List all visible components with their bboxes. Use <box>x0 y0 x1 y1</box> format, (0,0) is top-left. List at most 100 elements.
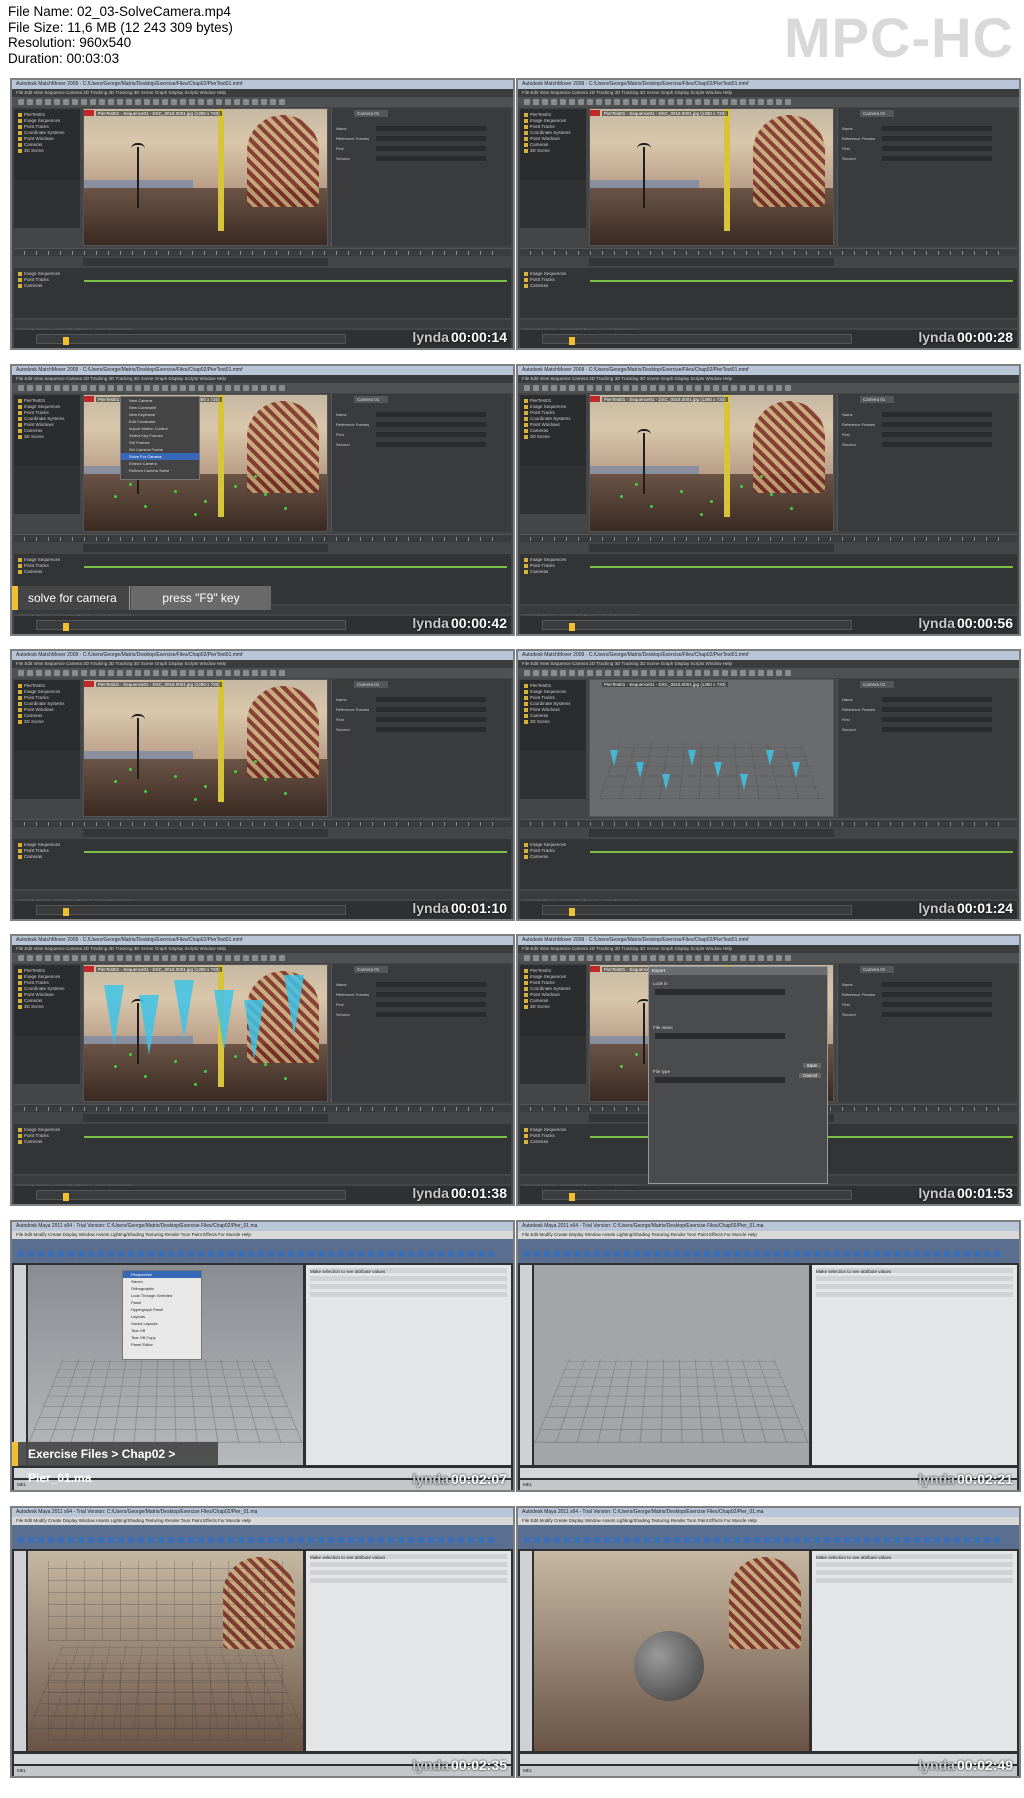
shelf-icon[interactable] <box>38 1251 44 1257</box>
shelf-icon[interactable] <box>994 1251 1000 1257</box>
tool-icon[interactable] <box>99 955 105 961</box>
tool-icon[interactable] <box>234 955 240 961</box>
image-viewport[interactable]: PierTest01 - Sequence01 - DSC_0018.0001.… <box>83 679 328 817</box>
shelf-icon[interactable] <box>458 1251 464 1257</box>
tool-icon[interactable] <box>45 955 51 961</box>
camera-menu-item[interactable]: Select Key Frames <box>121 432 199 439</box>
attr-field[interactable] <box>376 146 486 151</box>
camera-menu-item[interactable]: Set Frames <box>121 439 199 446</box>
tool-icon[interactable] <box>153 670 159 676</box>
tool-icon[interactable] <box>560 385 566 391</box>
shelf-icon[interactable] <box>984 1251 990 1257</box>
playback-controls[interactable] <box>589 258 834 266</box>
shelf-icon[interactable] <box>338 1537 344 1543</box>
shelf-icon[interactable] <box>774 1537 780 1543</box>
tool-icon[interactable] <box>740 670 746 676</box>
tool-icon[interactable] <box>198 955 204 961</box>
camera-menu-item[interactable]: New Camera <box>121 397 199 404</box>
shelf-icon[interactable] <box>368 1251 374 1257</box>
tool-icon[interactable] <box>153 99 159 105</box>
shelf-icon[interactable] <box>78 1537 84 1543</box>
tool-icon[interactable] <box>587 955 593 961</box>
tool-icon[interactable] <box>614 385 620 391</box>
track-point[interactable] <box>620 495 623 498</box>
shelf-icon[interactable] <box>914 1537 920 1543</box>
tool-icon[interactable] <box>731 670 737 676</box>
shelf-icon[interactable] <box>924 1251 930 1257</box>
tool-icon[interactable] <box>749 385 755 391</box>
track-point[interactable] <box>114 780 117 783</box>
tool-icon[interactable] <box>533 385 539 391</box>
tool-icon[interactable] <box>605 955 611 961</box>
shelf-icon[interactable] <box>228 1251 234 1257</box>
menu-items[interactable]: File Edit View Sequence Camera 2D Tracki… <box>518 89 1019 97</box>
tool-icon[interactable] <box>279 99 285 105</box>
shelf-icon[interactable] <box>328 1251 334 1257</box>
shelf-icon[interactable] <box>118 1251 124 1257</box>
attr-field[interactable] <box>882 442 992 447</box>
tool-icon[interactable] <box>695 670 701 676</box>
tool-icon[interactable] <box>162 385 168 391</box>
tool-icon[interactable] <box>713 385 719 391</box>
tool-icon[interactable] <box>63 385 69 391</box>
tool-icon[interactable] <box>126 955 132 961</box>
tool-icon[interactable] <box>198 99 204 105</box>
attr-tab-camera[interactable]: Camera 01 <box>860 110 894 117</box>
tool-icon[interactable] <box>216 955 222 961</box>
shelf-icon[interactable] <box>268 1537 274 1543</box>
shelf-icon[interactable] <box>248 1537 254 1543</box>
tool-icon[interactable] <box>99 385 105 391</box>
tool-icon[interactable] <box>650 955 656 961</box>
menu-items[interactable]: File Edit Modify Create Display Window A… <box>12 1517 513 1525</box>
track-point[interactable] <box>144 790 147 793</box>
tool-icon[interactable] <box>27 670 33 676</box>
maya-viewport[interactable] <box>28 1551 303 1751</box>
outliner-item[interactable]: Cameras <box>524 854 582 860</box>
shelf-icon[interactable] <box>358 1537 364 1543</box>
shelf-icon[interactable] <box>604 1537 610 1543</box>
tool-icon[interactable] <box>45 670 51 676</box>
tool-icon[interactable] <box>153 955 159 961</box>
tool-icon[interactable] <box>99 99 105 105</box>
tool-icon[interactable] <box>72 385 78 391</box>
timeline[interactable] <box>14 534 511 542</box>
shelf-icon[interactable] <box>88 1537 94 1543</box>
tool-icon[interactable] <box>108 955 114 961</box>
tool-icon[interactable] <box>81 670 87 676</box>
track-point[interactable] <box>760 475 763 478</box>
tool-icon[interactable] <box>45 99 51 105</box>
dialog-button[interactable]: Cancel <box>798 1073 821 1078</box>
maya-viewport[interactable] <box>534 1265 809 1465</box>
tool-icon[interactable] <box>731 99 737 105</box>
track-point[interactable] <box>114 495 117 498</box>
tool-icon[interactable] <box>207 670 213 676</box>
playback-controls[interactable] <box>83 544 328 552</box>
tool-icon[interactable] <box>36 670 42 676</box>
shelf-icon[interactable] <box>458 1537 464 1543</box>
menu-items[interactable]: File Edit View Sequence Camera 2D Tracki… <box>12 89 513 97</box>
tool-icon[interactable] <box>578 99 584 105</box>
tool-icon[interactable] <box>45 385 51 391</box>
shelf-icon[interactable] <box>418 1251 424 1257</box>
shelf-icon[interactable] <box>398 1251 404 1257</box>
panels-menu-item[interactable]: Look Through Selected <box>123 1292 201 1299</box>
tool-icon[interactable] <box>117 385 123 391</box>
shelf-icon[interactable] <box>208 1537 214 1543</box>
tool-icon[interactable] <box>776 955 782 961</box>
tool-icon[interactable] <box>623 385 629 391</box>
shelf-icon[interactable] <box>228 1537 234 1543</box>
tool-icon[interactable] <box>578 670 584 676</box>
tool-icon[interactable] <box>54 99 60 105</box>
shelf-icon[interactable] <box>894 1251 900 1257</box>
tool-icon[interactable] <box>81 955 87 961</box>
shelf-icon[interactable] <box>974 1537 980 1543</box>
attr-field[interactable] <box>376 697 486 702</box>
tool-icon[interactable] <box>731 385 737 391</box>
tool-icon[interactable] <box>551 955 557 961</box>
shelf-icon[interactable] <box>524 1251 530 1257</box>
shelf-icon[interactable] <box>684 1251 690 1257</box>
tool-box[interactable] <box>520 1551 532 1751</box>
tool-icon[interactable] <box>605 670 611 676</box>
shelf-icon[interactable] <box>774 1251 780 1257</box>
tool-icon[interactable] <box>677 955 683 961</box>
